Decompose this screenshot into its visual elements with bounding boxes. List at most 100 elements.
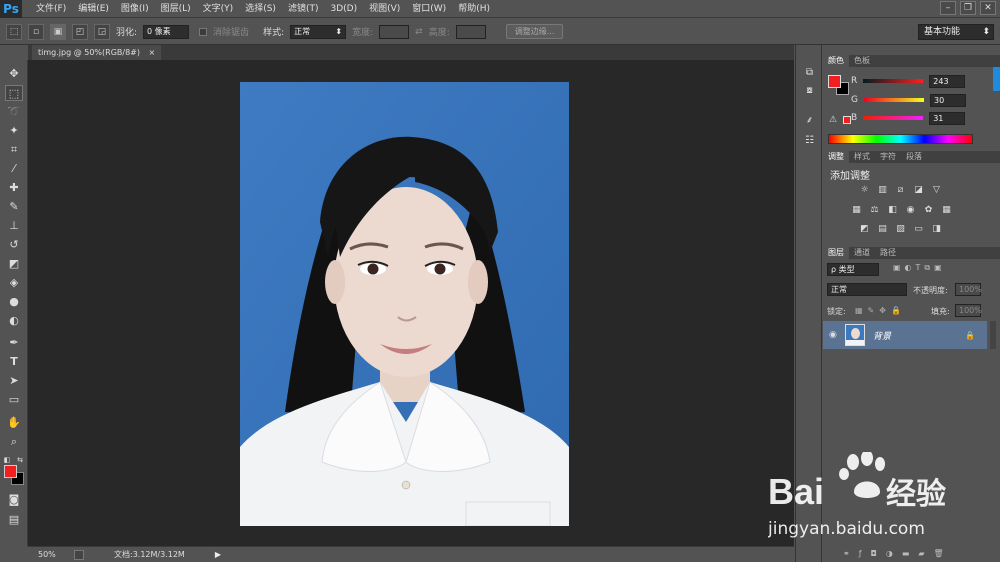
healing-brush-icon[interactable]: ✚: [5, 180, 23, 196]
feather-input[interactable]: 0 像素: [143, 24, 190, 39]
zoom-level[interactable]: 50%: [38, 550, 68, 559]
swap-icon[interactable]: ⇄: [415, 27, 423, 37]
move-tool-icon[interactable]: ✥: [5, 66, 23, 82]
tab-adjustments[interactable]: 调整: [823, 151, 849, 163]
hue-saturation-icon[interactable]: ▦: [850, 205, 863, 216]
subtract-selection-icon[interactable]: ◰: [72, 23, 88, 40]
status-menu-arrow-icon[interactable]: ▶: [215, 550, 221, 559]
menu-item-7[interactable]: 3D(D): [324, 0, 363, 18]
brightness-icon[interactable]: ☼: [858, 185, 871, 196]
blend-mode-select[interactable]: 正常: [827, 283, 907, 296]
color-panel-foreground-swatch[interactable]: [828, 75, 841, 88]
history-panel-icon[interactable]: ⧉: [801, 65, 818, 81]
color-spectrum-ramp[interactable]: [828, 134, 973, 144]
fill-input[interactable]: 100%: [955, 304, 982, 317]
history-brush-icon[interactable]: ↺: [5, 237, 23, 253]
screen-mode-icon[interactable]: ▤: [5, 512, 23, 528]
tab-character[interactable]: 字符: [875, 151, 901, 163]
tab-styles[interactable]: 样式: [849, 151, 875, 163]
style-select[interactable]: 正常 ⬍: [290, 24, 347, 39]
g-value-input[interactable]: 30: [929, 93, 966, 107]
tab-color[interactable]: 颜色: [823, 55, 849, 67]
refine-edge-button[interactable]: 调整边缘...: [505, 24, 564, 39]
black-white-icon[interactable]: ◧: [886, 205, 899, 216]
new-selection-icon[interactable]: ▫: [28, 23, 44, 40]
eyedropper-icon[interactable]: ⁄: [5, 161, 23, 177]
intersect-selection-icon[interactable]: ◲: [94, 23, 110, 40]
invert-icon[interactable]: ◩: [858, 224, 871, 235]
b-value-input[interactable]: 31: [929, 111, 966, 125]
height-input[interactable]: [455, 24, 486, 39]
canvas-area[interactable]: [28, 60, 794, 546]
threshold-icon[interactable]: ▨: [894, 224, 907, 235]
menu-item-4[interactable]: 文字(Y): [197, 0, 240, 18]
hand-tool-icon[interactable]: ✋: [5, 415, 23, 431]
r-slider[interactable]: [863, 79, 924, 83]
menu-item-6[interactable]: 滤镜(T): [282, 0, 325, 18]
marquee-tool-icon[interactable]: ⬚: [5, 85, 23, 101]
vibrance-icon[interactable]: ▽: [930, 185, 943, 196]
document-tab[interactable]: timg.jpg @ 50%(RGB/8#) ×: [32, 45, 162, 60]
rectangle-tool-icon[interactable]: ▭: [5, 392, 23, 408]
minimize-button[interactable]: –: [940, 1, 956, 15]
brush-tool-icon[interactable]: ✎: [5, 199, 23, 215]
menu-item-10[interactable]: 帮助(H): [452, 0, 496, 18]
selective-color-icon[interactable]: ◨: [930, 224, 943, 235]
crop-tool-icon[interactable]: ⌗: [5, 142, 23, 158]
eraser-tool-icon[interactable]: ◩: [5, 256, 23, 272]
antialias-checkbox[interactable]: [199, 27, 208, 36]
color-panel-scroll-indicator[interactable]: [993, 67, 1000, 91]
properties-panel-icon[interactable]: ☷: [801, 133, 818, 149]
tab-close-icon[interactable]: ×: [149, 48, 156, 57]
quick-mask-icon[interactable]: ◙: [5, 492, 23, 508]
actions-panel-icon[interactable]: ⧇: [801, 83, 818, 99]
tab-swatches[interactable]: 色板: [849, 55, 875, 67]
layer-name[interactable]: 背景: [873, 329, 891, 342]
levels-icon[interactable]: ▥: [876, 185, 889, 196]
layer-row-background[interactable]: ◉ 背景 🔒: [823, 321, 987, 349]
gamut-color-swatch[interactable]: [843, 116, 851, 124]
r-value-input[interactable]: 243: [929, 74, 966, 88]
lasso-tool-icon[interactable]: ➰: [5, 104, 23, 120]
menu-item-8[interactable]: 视图(V): [363, 0, 406, 18]
magic-wand-icon[interactable]: ✦: [5, 123, 23, 139]
channel-mixer-icon[interactable]: ✿: [922, 205, 935, 216]
path-selection-icon[interactable]: ➤: [5, 373, 23, 389]
share-icon[interactable]: [74, 549, 84, 560]
g-slider[interactable]: [863, 98, 924, 102]
color-balance-icon[interactable]: ⚖: [868, 205, 881, 216]
layers-scrollbar[interactable]: [990, 321, 996, 349]
clone-stamp-icon[interactable]: ⊥: [5, 218, 23, 234]
menu-item-9[interactable]: 窗口(W): [406, 0, 452, 18]
layer-filter-select[interactable]: ρ 类型: [827, 263, 879, 276]
menu-item-3[interactable]: 图层(L): [155, 0, 197, 18]
zoom-tool-icon[interactable]: ⌕: [5, 434, 23, 450]
color-lookup-icon[interactable]: ▦: [940, 205, 953, 216]
gamut-warning-icon[interactable]: ⚠: [829, 115, 837, 125]
posterize-icon[interactable]: ▤: [876, 224, 889, 235]
swap-colors-icon[interactable]: ⇆: [16, 452, 24, 468]
menu-item-0[interactable]: 文件(F): [30, 0, 72, 18]
dodge-tool-icon[interactable]: ◐: [5, 313, 23, 329]
foreground-color-swatch[interactable]: [4, 465, 17, 478]
workspace-select[interactable]: 基本功能 ⬍: [918, 24, 994, 40]
b-slider[interactable]: [863, 116, 924, 120]
marquee-preset-icon[interactable]: ⬚: [6, 23, 22, 40]
layer-actions-icons[interactable]: ⚭ƒ◘◑▬▰🗑: [843, 549, 953, 558]
tab-layers[interactable]: 图层: [823, 247, 849, 259]
gradient-map-icon[interactable]: ▭: [912, 224, 925, 235]
eye-icon[interactable]: ◉: [829, 330, 841, 340]
layer-filter-icons[interactable]: ▣◐T⧉▣: [893, 263, 946, 273]
close-window-button[interactable]: ✕: [980, 1, 996, 15]
menu-item-2[interactable]: 图像(I): [115, 0, 155, 18]
photo-filter-icon[interactable]: ◉: [904, 205, 917, 216]
type-tool-icon[interactable]: T: [5, 354, 23, 370]
add-selection-icon[interactable]: ▣: [50, 23, 66, 40]
width-input[interactable]: [379, 24, 410, 39]
tab-paths[interactable]: 路径: [875, 247, 901, 259]
restore-button[interactable]: ❐: [960, 1, 976, 15]
brush-panel-icon[interactable]: ⸙: [801, 113, 818, 129]
menu-item-1[interactable]: 编辑(E): [72, 0, 115, 18]
pen-tool-icon[interactable]: ✒: [5, 335, 23, 351]
exposure-icon[interactable]: ◪: [912, 185, 925, 196]
